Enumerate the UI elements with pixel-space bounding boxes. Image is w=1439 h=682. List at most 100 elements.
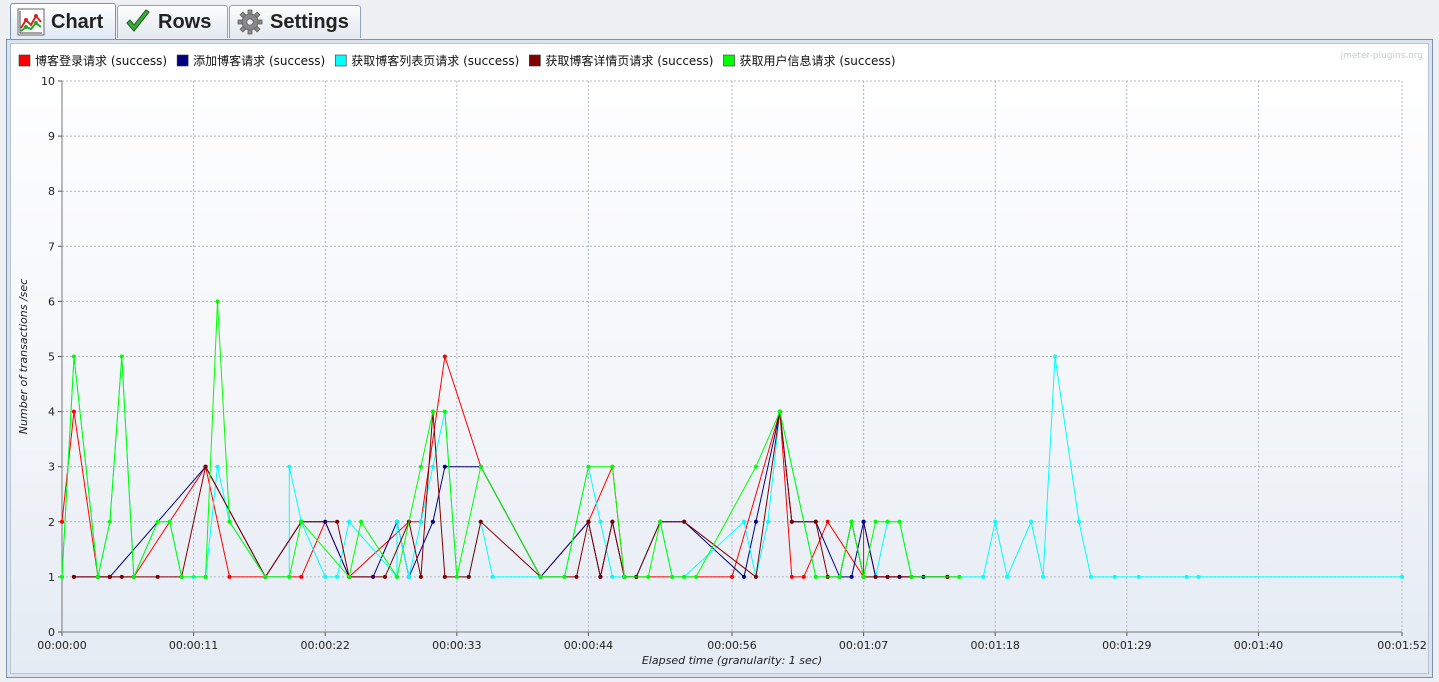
line-chart-icon xyxy=(17,8,45,36)
x-tick-label: 00:00:11 xyxy=(169,639,218,652)
series-point-3 xyxy=(119,574,124,579)
series-point-2 xyxy=(335,574,340,579)
y-axis-label: Number of transactions /sec xyxy=(17,279,30,434)
x-tick-label: 00:01:40 xyxy=(1234,639,1283,652)
gear-icon xyxy=(237,9,263,35)
series-point-2 xyxy=(981,574,986,579)
series-point-2 xyxy=(323,574,328,579)
series-point-4 xyxy=(562,574,567,579)
series-point-4 xyxy=(430,409,435,414)
chart-grid xyxy=(62,80,1403,632)
series-point-2 xyxy=(1053,354,1058,359)
x-tick-label: 00:00:33 xyxy=(432,639,481,652)
chart-panel: 博客登录请求 (success) 添加博客请求 (success) 获取博客列表页请… xyxy=(6,39,1433,678)
tab-chart[interactable]: Chart xyxy=(10,3,116,40)
watermark-text: jmeter-plugins.org xyxy=(1340,51,1423,61)
series-point-1 xyxy=(741,574,746,579)
y-tick-label: 5 xyxy=(48,351,55,364)
series-point-3 xyxy=(107,574,112,579)
series-point-0 xyxy=(801,574,806,579)
series-point-2 xyxy=(1076,519,1081,524)
series-point-2 xyxy=(430,464,435,469)
x-axis-label: Elapsed time (granularity: 1 sec) xyxy=(642,654,822,667)
series-line-4 xyxy=(61,301,960,579)
series-point-2 xyxy=(215,464,220,469)
series-point-0 xyxy=(789,574,794,579)
series-point-1 xyxy=(849,574,854,579)
x-tick-label: 00:01:07 xyxy=(839,639,888,652)
series-point-1 xyxy=(442,464,447,469)
series-point-0 xyxy=(227,574,232,579)
tab-chart-label: Chart xyxy=(51,10,104,33)
series-point-3 xyxy=(478,519,483,524)
series-point-3 xyxy=(813,519,818,524)
series-point-4 xyxy=(538,574,543,579)
series-point-4 xyxy=(347,574,352,579)
series-point-4 xyxy=(813,574,818,579)
x-tick-label: 00:00:44 xyxy=(564,639,613,652)
series-point-4 xyxy=(658,519,663,524)
series-point-2 xyxy=(1112,574,1117,579)
series-point-4 xyxy=(957,574,962,579)
legend-swatch-1 xyxy=(176,54,189,67)
series-point-3 xyxy=(442,574,447,579)
series-point-2 xyxy=(1088,574,1093,579)
series-point-4 xyxy=(263,574,268,579)
y-tick-label: 6 xyxy=(48,295,55,308)
y-tick-label: 2 xyxy=(48,516,55,529)
series-point-2 xyxy=(395,519,399,524)
series-point-0 xyxy=(71,409,76,414)
series-point-4 xyxy=(586,464,591,469)
chart-legend: 博客登录请求 (success) 添加博客请求 (success) 获取博客列表页请… xyxy=(18,53,896,68)
series-point-3 xyxy=(753,574,758,579)
tab-settings-label: Settings xyxy=(270,10,349,33)
series-point-2 xyxy=(1005,574,1010,579)
series-point-4 xyxy=(107,519,112,524)
y-tick-label: 0 xyxy=(48,626,55,639)
series-point-3 xyxy=(885,574,890,579)
series-point-4 xyxy=(155,519,160,524)
series-point-2 xyxy=(287,464,292,469)
series-point-4 xyxy=(131,574,136,579)
tab-settings[interactable]: Settings xyxy=(229,5,361,38)
series-point-2 xyxy=(406,574,411,579)
series-point-1 xyxy=(430,519,435,524)
series-point-4 xyxy=(359,519,364,524)
series-point-4 xyxy=(395,574,399,579)
series-point-4 xyxy=(837,574,842,579)
series-point-2 xyxy=(1400,574,1404,579)
series-point-2 xyxy=(1029,519,1034,524)
series-point-4 xyxy=(442,409,447,414)
series-point-3 xyxy=(466,574,471,579)
legend-swatch-0 xyxy=(18,54,31,67)
series-point-4 xyxy=(694,574,699,579)
series-point-4 xyxy=(179,574,184,579)
series-point-4 xyxy=(287,574,292,579)
series-point-2 xyxy=(347,519,352,524)
series-point-4 xyxy=(119,354,124,359)
series-point-4 xyxy=(167,519,172,524)
series-point-4 xyxy=(95,574,100,579)
series-point-4 xyxy=(622,574,627,579)
series-point-2 xyxy=(490,574,495,579)
legend-swatch-4 xyxy=(723,54,735,67)
series-point-1 xyxy=(861,519,866,524)
series-point-0 xyxy=(442,354,447,359)
series-point-4 xyxy=(753,464,758,469)
tab-rows-label: Rows xyxy=(158,10,212,33)
series-point-4 xyxy=(215,299,220,304)
series-point-2 xyxy=(993,519,998,524)
series-point-4 xyxy=(849,519,854,524)
series-point-4 xyxy=(646,574,651,579)
series-point-3 xyxy=(203,464,208,469)
x-tick-label: 00:00:56 xyxy=(707,639,756,652)
series-point-4 xyxy=(610,464,615,469)
tab-rows[interactable]: Rows xyxy=(117,5,228,38)
series-point-0 xyxy=(299,574,304,579)
checkmark-icon xyxy=(126,9,150,32)
series-point-0 xyxy=(825,519,830,524)
series-point-3 xyxy=(789,519,794,524)
series-point-3 xyxy=(610,519,615,524)
series-point-4 xyxy=(227,519,232,524)
transactions-chart: 博客登录请求 (success) 添加博客请求 (success) 获取博客列表页请… xyxy=(17,51,1427,667)
